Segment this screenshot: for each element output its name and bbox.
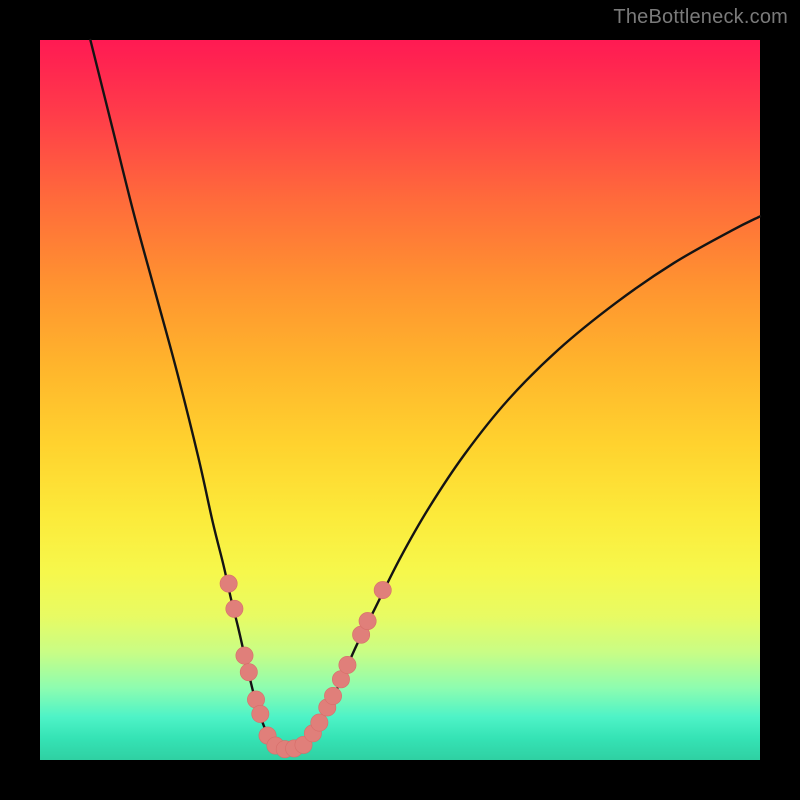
- highlight-dot: [240, 664, 257, 681]
- watermark-label: TheBottleneck.com: [613, 6, 788, 29]
- highlight-dot: [359, 612, 376, 629]
- left-branch-curve: [90, 40, 272, 743]
- highlight-dot: [252, 705, 269, 722]
- chart-frame: TheBottleneck.com: [0, 0, 800, 800]
- highlight-dot: [339, 656, 356, 673]
- highlight-dot: [226, 600, 243, 617]
- right-branch-curve: [306, 216, 760, 743]
- highlight-dot: [311, 714, 328, 731]
- highlight-dot: [374, 581, 391, 598]
- highlight-dot: [236, 647, 253, 664]
- highlight-dots-group: [220, 575, 391, 758]
- highlight-dot: [220, 575, 237, 592]
- plot-area: [40, 40, 760, 760]
- highlight-dot: [324, 687, 341, 704]
- curve-layer: [40, 40, 760, 760]
